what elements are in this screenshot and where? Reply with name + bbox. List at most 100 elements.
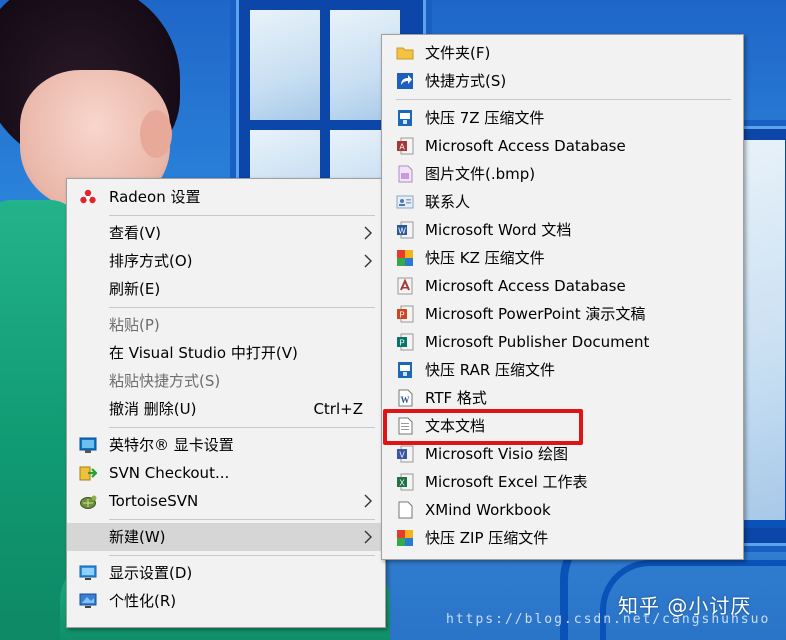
menu-item-tortoisesvn[interactable]: TortoiseSVN <box>67 487 385 515</box>
watermark-text: 知乎 @小讨厌 <box>618 594 752 618</box>
excel-icon: X <box>396 473 414 491</box>
submenu-item-shortcut[interactable]: 快捷方式(S) <box>382 67 743 95</box>
publisher-icon: P <box>396 333 414 351</box>
menu-item-label: 粘贴快捷方式(S) <box>109 372 221 390</box>
chevron-right-icon <box>361 219 375 247</box>
submenu-item-xmind[interactable]: XMind Workbook <box>382 496 743 524</box>
folder-icon <box>396 44 414 62</box>
submenu-item-label: 快压 RAR 压缩文件 <box>425 361 556 379</box>
submenu-item-label: Microsoft Visio 绘图 <box>425 445 569 463</box>
submenu-item-label: 文件夹(F) <box>425 44 491 62</box>
submenu-item-access-database-2[interactable]: Microsoft Access Database <box>382 272 743 300</box>
menu-item-personalize[interactable]: 个性化(R) <box>67 587 385 615</box>
submenu-item-kuaiya-rar[interactable]: 快压 RAR 压缩文件 <box>382 356 743 384</box>
menu-item-label: 排序方式(O) <box>109 252 193 270</box>
shortcut-icon <box>396 72 414 90</box>
menu-separator <box>396 99 731 100</box>
menu-item-view[interactable]: 查看(V) <box>67 219 385 247</box>
contact-icon <box>396 193 414 211</box>
submenu-item-rtf[interactable]: W RTF 格式 <box>382 384 743 412</box>
menu-item-label: 个性化(R) <box>109 592 177 610</box>
submenu-item-label: Microsoft PowerPoint 演示文稿 <box>425 305 646 323</box>
submenu-item-label: 快压 7Z 压缩文件 <box>425 109 545 127</box>
submenu-item-kuaiya-zip[interactable]: 快压 ZIP 压缩文件 <box>382 524 743 552</box>
submenu-item-label: Microsoft Excel 工作表 <box>425 473 588 491</box>
submenu-item-label: 快压 KZ 压缩文件 <box>425 249 545 267</box>
menu-separator <box>109 555 375 556</box>
menu-separator <box>109 427 375 428</box>
submenu-item-label: RTF 格式 <box>425 389 487 407</box>
menu-item-label: 在 Visual Studio 中打开(V) <box>109 344 298 362</box>
kuaiya-kz-icon <box>396 249 414 267</box>
submenu-item-label: Microsoft Word 文档 <box>425 221 572 239</box>
kuaiya-7z-icon <box>396 109 414 127</box>
submenu-item-word-document[interactable]: W Microsoft Word 文档 <box>382 216 743 244</box>
svg-text:W: W <box>398 227 406 236</box>
submenu-item-label: 联系人 <box>425 193 471 211</box>
menu-item-label: TortoiseSVN <box>109 492 199 510</box>
submenu-item-label: 快压 ZIP 压缩文件 <box>425 529 549 547</box>
submenu-item-powerpoint[interactable]: P Microsoft PowerPoint 演示文稿 <box>382 300 743 328</box>
menu-separator <box>109 215 375 216</box>
text-document-icon <box>396 417 414 435</box>
menu-item-label: 撤消 删除(U) <box>109 400 197 418</box>
visio-icon: V <box>396 445 414 463</box>
submenu-item-label: 快捷方式(S) <box>425 72 507 90</box>
menu-item-label: 粘贴(P) <box>109 316 160 334</box>
menu-item-svn-checkout[interactable]: SVN Checkout... <box>67 459 385 487</box>
submenu-item-label: XMind Workbook <box>425 501 551 519</box>
menu-separator <box>109 519 375 520</box>
menu-item-label: 英特尔® 显卡设置 <box>109 436 234 454</box>
chevron-right-icon <box>361 523 375 551</box>
menu-item-label: 刷新(E) <box>109 280 161 298</box>
personalize-icon <box>79 592 97 610</box>
access-icon: A <box>396 137 414 155</box>
kuaiya-zip-icon <box>396 529 414 547</box>
submenu-item-text-document[interactable]: 文本文档 <box>382 412 743 440</box>
tortoisesvn-icon <box>79 492 97 510</box>
submenu-item-kuaiya-7z[interactable]: 快压 7Z 压缩文件 <box>382 104 743 132</box>
menu-separator <box>109 307 375 308</box>
menu-item-new[interactable]: 新建(W) <box>67 523 385 551</box>
menu-item-intel-graphics[interactable]: 英特尔® 显卡设置 <box>67 431 385 459</box>
submenu-item-folder[interactable]: 文件夹(F) <box>382 39 743 67</box>
menu-item-label: 查看(V) <box>109 224 161 242</box>
menu-item-radeon-settings[interactable]: Radeon 设置 <box>67 183 385 211</box>
svn-checkout-icon <box>79 464 97 482</box>
chevron-right-icon <box>361 487 375 515</box>
bmp-icon <box>396 165 414 183</box>
chevron-right-icon <box>361 247 375 275</box>
shortcut-label: Ctrl+Z <box>313 400 363 418</box>
menu-item-paste: 粘贴(P) <box>67 311 385 339</box>
submenu-item-label: 图片文件(.bmp) <box>425 165 536 183</box>
desktop-context-menu: Radeon 设置 查看(V) 排序方式(O) 刷新(E) 粘贴(P) 在 Vi… <box>66 178 386 628</box>
new-submenu: 文件夹(F) 快捷方式(S) 快压 7Z 压缩文件 A Microsoft Ac… <box>381 34 744 560</box>
submenu-item-access-database[interactable]: A Microsoft Access Database <box>382 132 743 160</box>
menu-item-sort-by[interactable]: 排序方式(O) <box>67 247 385 275</box>
submenu-item-visio[interactable]: V Microsoft Visio 绘图 <box>382 440 743 468</box>
submenu-item-bmp-image[interactable]: 图片文件(.bmp) <box>382 160 743 188</box>
menu-item-paste-shortcut: 粘贴快捷方式(S) <box>67 367 385 395</box>
menu-item-refresh[interactable]: 刷新(E) <box>67 275 385 303</box>
submenu-item-label: Microsoft Publisher Document <box>425 333 650 351</box>
menu-item-label: 显示设置(D) <box>109 564 193 582</box>
access-icon-2 <box>396 277 414 295</box>
svg-text:V: V <box>399 451 405 460</box>
radeon-icon <box>79 188 97 206</box>
submenu-item-label: 文本文档 <box>425 417 486 435</box>
menu-item-label: 新建(W) <box>109 528 166 546</box>
submenu-item-label: Microsoft Access Database <box>425 277 626 295</box>
submenu-item-kuaiya-kz[interactable]: 快压 KZ 压缩文件 <box>382 244 743 272</box>
svg-text:X: X <box>399 479 405 488</box>
submenu-item-label: Microsoft Access Database <box>425 137 626 155</box>
menu-item-label: SVN Checkout... <box>109 464 230 482</box>
powerpoint-icon: P <box>396 305 414 323</box>
submenu-item-publisher[interactable]: P Microsoft Publisher Document <box>382 328 743 356</box>
menu-item-display-settings[interactable]: 显示设置(D) <box>67 559 385 587</box>
submenu-item-excel[interactable]: X Microsoft Excel 工作表 <box>382 468 743 496</box>
intel-graphics-icon <box>79 436 97 454</box>
rtf-icon: W <box>396 389 414 407</box>
menu-item-undo-delete[interactable]: 撤消 删除(U) Ctrl+Z <box>67 395 385 423</box>
menu-item-open-in-visual-studio[interactable]: 在 Visual Studio 中打开(V) <box>67 339 385 367</box>
submenu-item-contact[interactable]: 联系人 <box>382 188 743 216</box>
